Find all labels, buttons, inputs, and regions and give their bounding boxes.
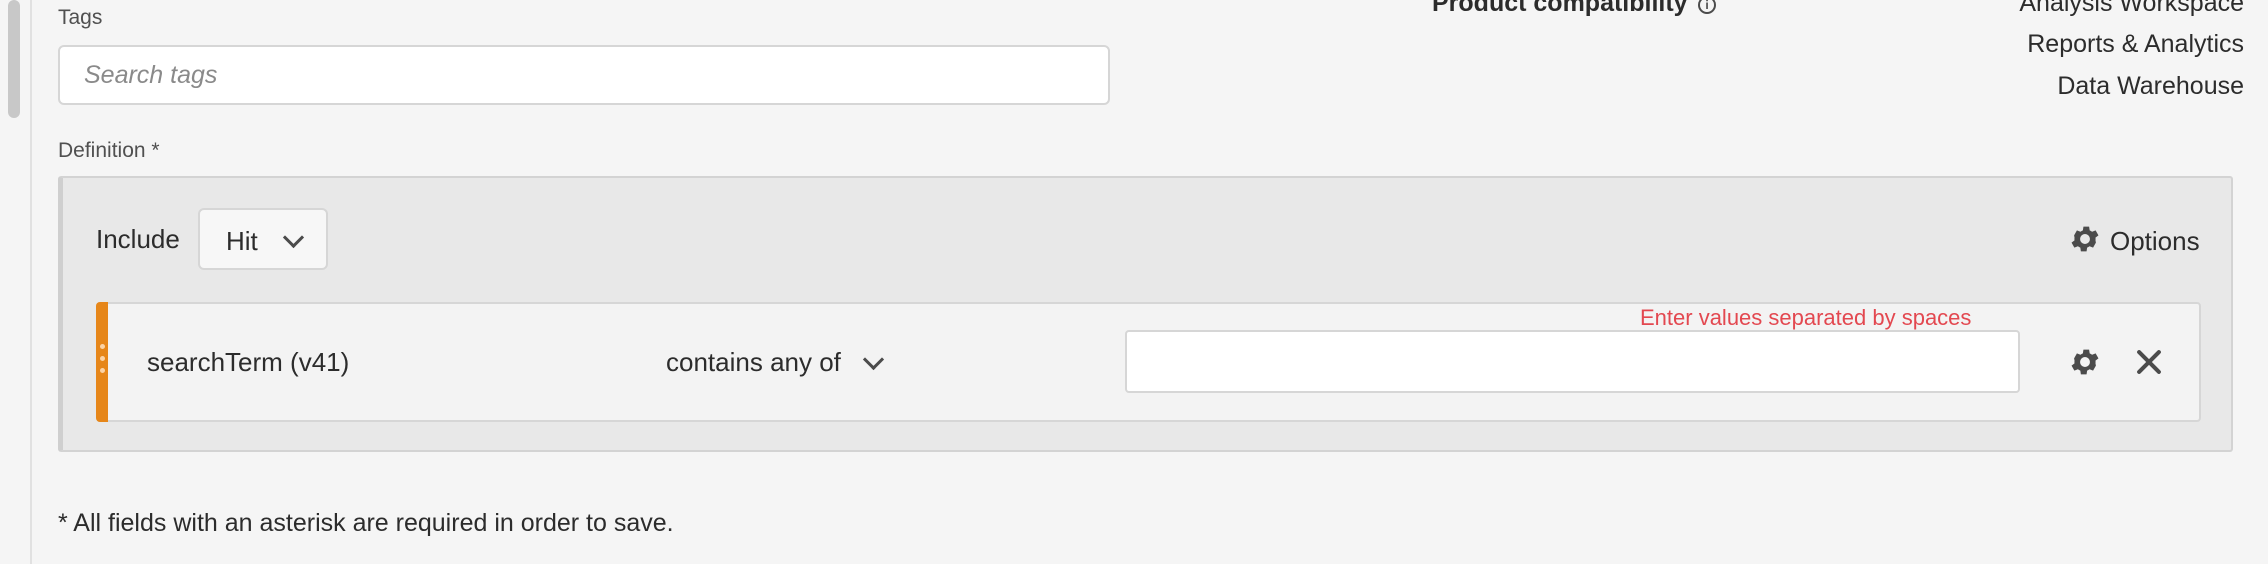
options-label: Options xyxy=(2110,226,2200,256)
tags-label: Tags xyxy=(58,6,103,29)
grip-dot xyxy=(100,368,105,373)
operator-dropdown-value: contains any of xyxy=(666,347,841,377)
include-label: Include xyxy=(96,224,180,254)
rule-dimension-label[interactable]: searchTerm (v41) xyxy=(147,347,349,378)
tags-search-input[interactable] xyxy=(58,45,1110,105)
gear-icon xyxy=(2071,226,2099,252)
value-hint: Enter values separated by spaces xyxy=(1640,305,1972,330)
gear-icon xyxy=(2071,349,2099,375)
chevron-down-icon xyxy=(282,226,305,249)
scope-dropdown[interactable]: Hit xyxy=(198,208,328,270)
close-icon[interactable] xyxy=(2132,345,2166,379)
definition-label: Definition * xyxy=(58,139,160,162)
info-icon[interactable]: i xyxy=(1698,0,1716,14)
drag-handle-icon[interactable] xyxy=(96,302,108,422)
required-fields-note: * All fields with an asterisk are requir… xyxy=(58,509,674,537)
scope-dropdown-value: Hit xyxy=(226,226,258,256)
rule-value-input[interactable] xyxy=(1125,330,2020,393)
grip-dot xyxy=(100,344,105,349)
product-compatibility-label: Product compatibility xyxy=(1432,0,1688,17)
operator-dropdown[interactable]: contains any of xyxy=(666,340,896,384)
left-rail xyxy=(0,0,32,564)
compat-item-reports-analytics: Reports & Analytics xyxy=(2027,30,2244,58)
scrollbar-thumb[interactable] xyxy=(8,0,20,118)
compat-item-data-warehouse: Data Warehouse xyxy=(2057,72,2244,100)
compat-item-analysis-workspace: Analysis Workspace xyxy=(2019,0,2244,17)
chevron-down-icon xyxy=(862,348,885,371)
grip-dot xyxy=(100,356,105,361)
rule-settings-button[interactable] xyxy=(2068,345,2102,384)
